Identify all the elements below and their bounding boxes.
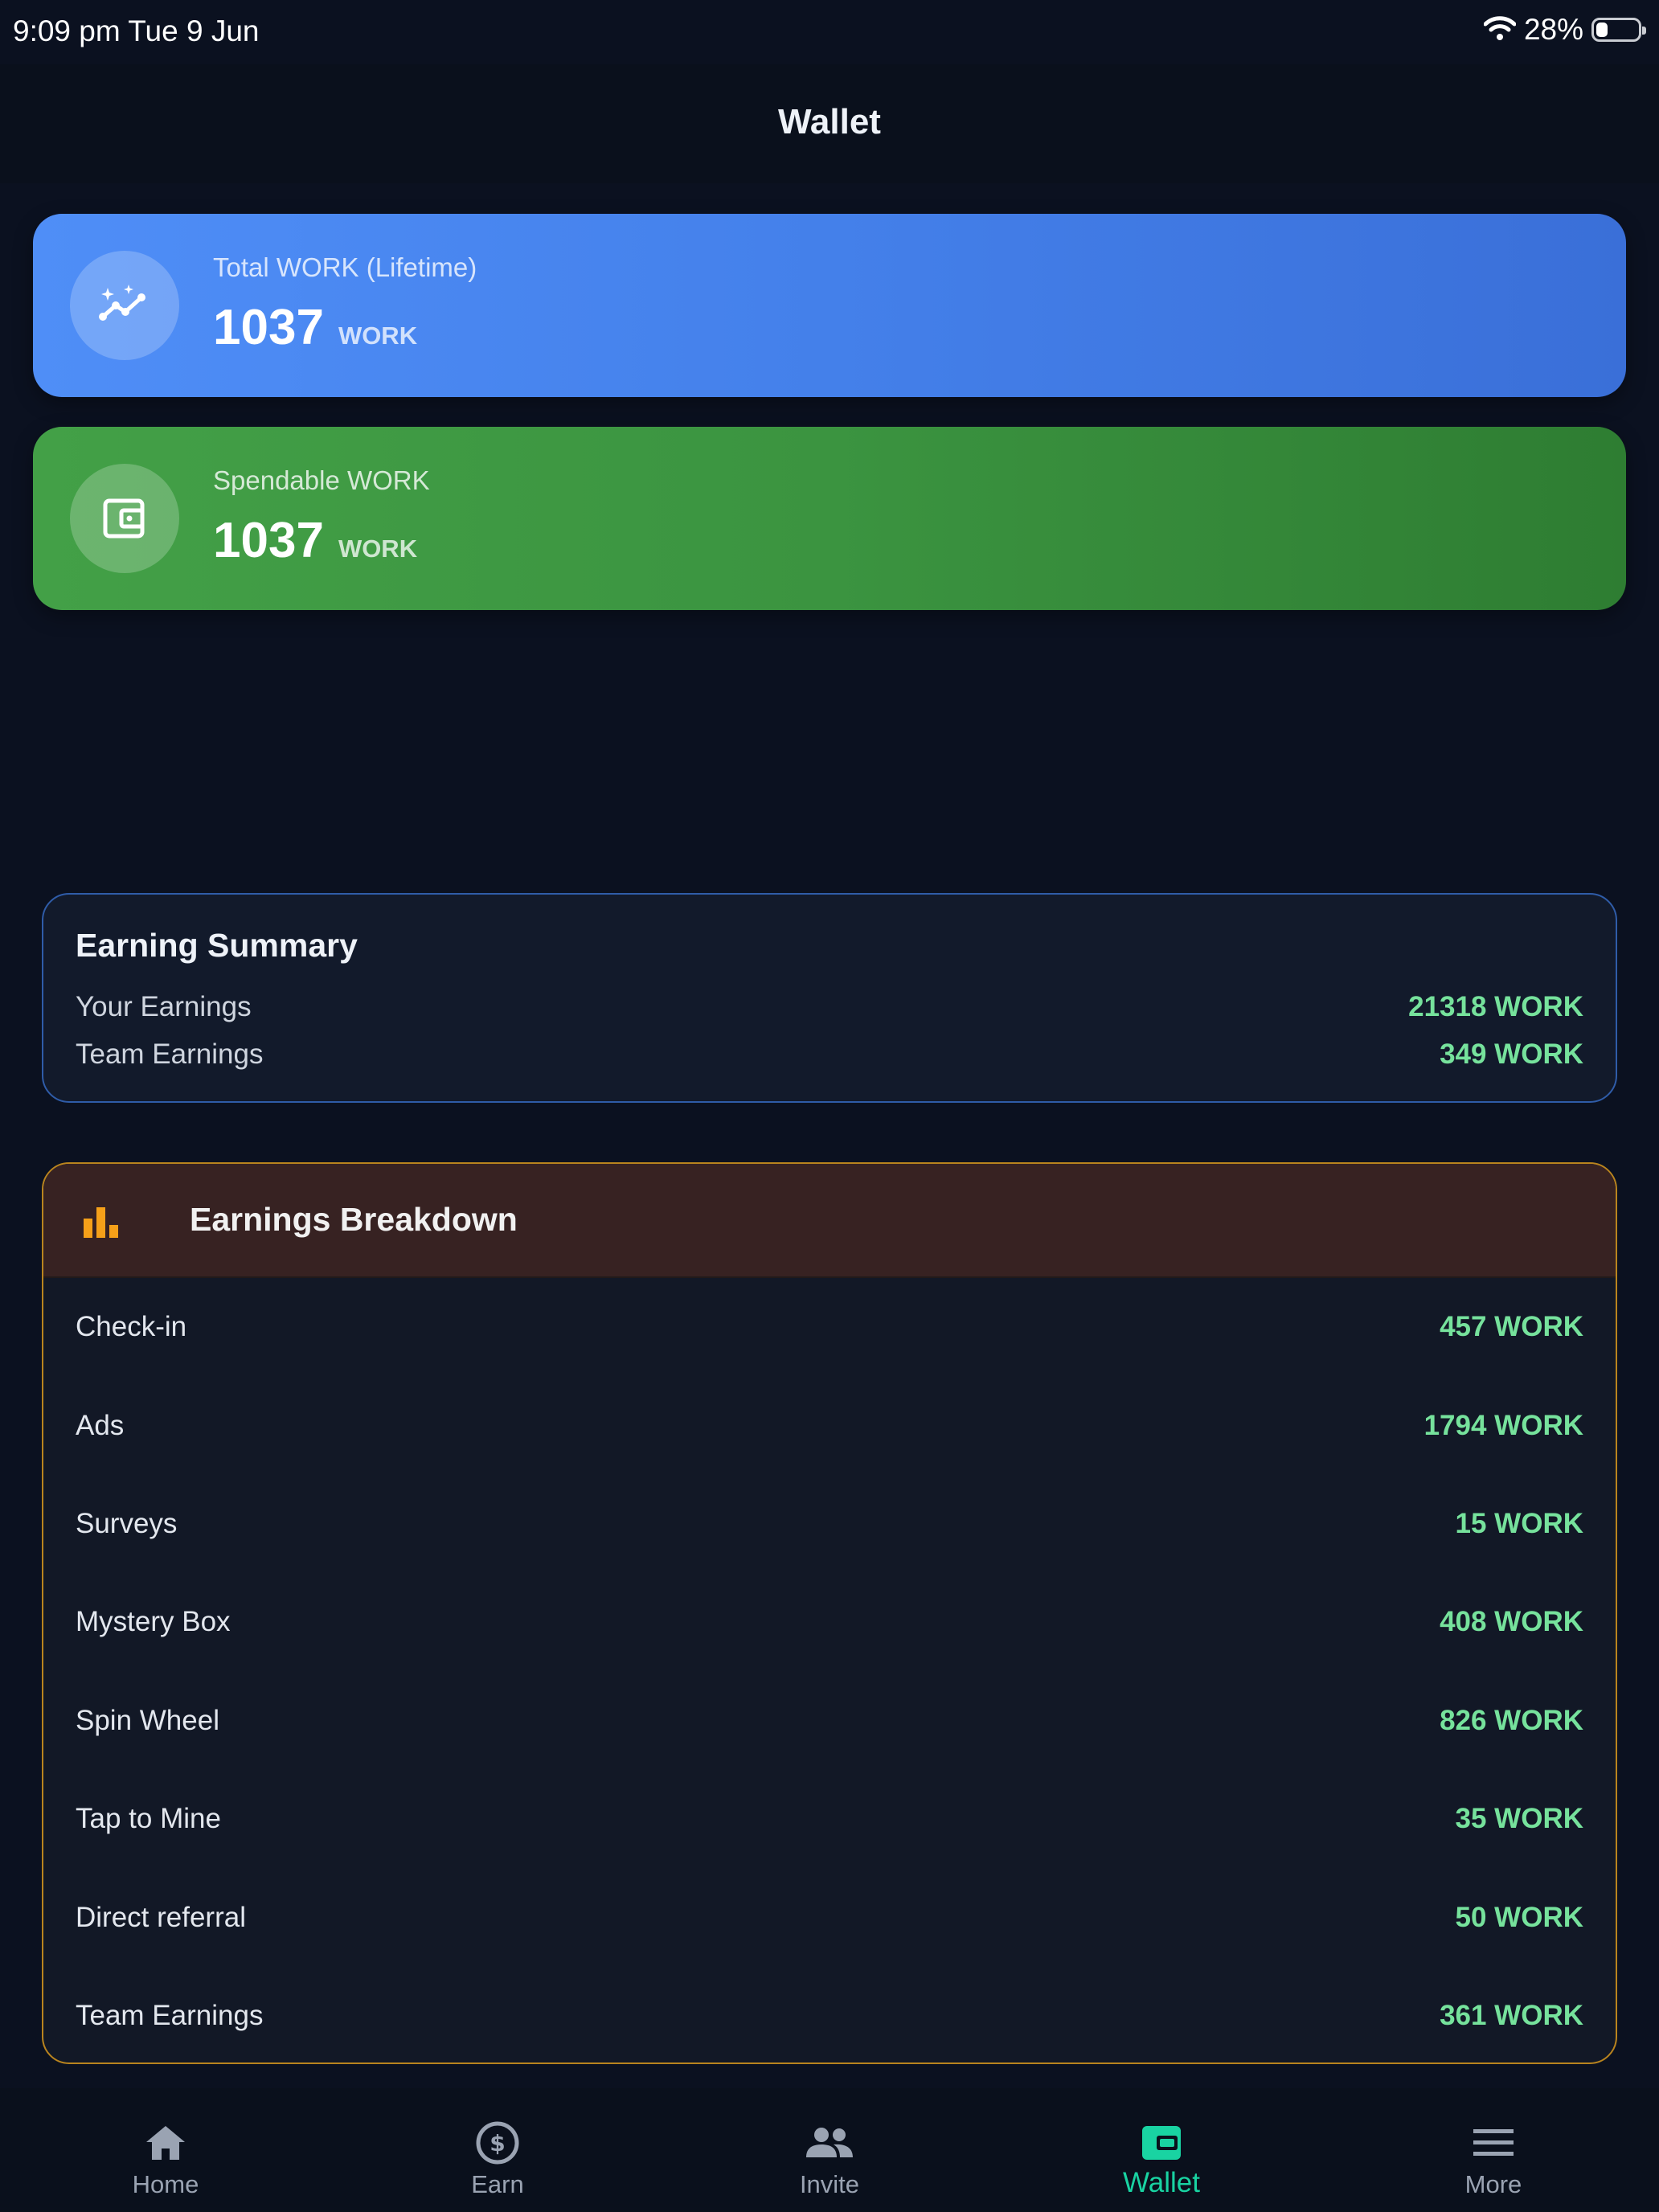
dollar-circle-icon: $	[475, 2120, 520, 2165]
breakdown-value: 408 WORK	[1440, 1606, 1583, 1638]
tab-more[interactable]: More	[1373, 2088, 1614, 2212]
wifi-icon	[1483, 15, 1517, 45]
breakdown-label: Direct referral	[76, 1901, 246, 1933]
tab-label: More	[1464, 2170, 1522, 2198]
tab-invite[interactable]: Invite	[709, 2088, 950, 2212]
tab-label: Earn	[471, 2170, 524, 2198]
wallet-icon	[1141, 2120, 1182, 2165]
breakdown-label: Surveys	[76, 1507, 178, 1539]
breakdown-label: Check-in	[76, 1311, 187, 1343]
breakdown-label: Team Earnings	[76, 1999, 264, 2031]
breakdown-label: Mystery Box	[76, 1606, 231, 1638]
spendable-work-value: 1037 WORK	[213, 512, 417, 569]
spendable-work-label: Spendable WORK	[213, 465, 430, 495]
bar-chart-icon	[82, 1206, 119, 1238]
tab-home[interactable]: Home	[45, 2088, 286, 2212]
breakdown-value: 35 WORK	[1455, 1803, 1583, 1835]
list-item: Check-in 457 WORK	[43, 1278, 1616, 1376]
svg-text:$: $	[490, 2130, 505, 2157]
breakdown-value: 15 WORK	[1455, 1507, 1583, 1539]
status-right: 28%	[1483, 13, 1646, 47]
page-title: Wallet	[778, 102, 881, 141]
tab-label: Wallet	[1123, 2167, 1200, 2198]
breakdown-label: Tap to Mine	[76, 1803, 221, 1835]
total-work-value: 1037 WORK	[213, 299, 417, 356]
list-item: Tap to Mine 35 WORK	[43, 1770, 1616, 1868]
earnings-breakdown-list: Check-in 457 WORK Ads 1794 WORK Surveys 15 …	[43, 1278, 1616, 2062]
home-icon	[145, 2120, 186, 2165]
breakdown-value: 457 WORK	[1440, 1311, 1583, 1343]
battery-level	[1596, 23, 1608, 37]
tab-wallet[interactable]: Wallet	[1041, 2088, 1282, 2212]
wallet-icon	[70, 464, 179, 573]
menu-icon	[1473, 2120, 1514, 2165]
bottom-tab-bar: Home $ Earn Invite Wallet More	[0, 2088, 1659, 2212]
breakdown-value: 826 WORK	[1440, 1704, 1583, 1736]
breakdown-label: Spin Wheel	[76, 1704, 219, 1736]
people-icon	[805, 2120, 854, 2165]
total-work-amount: 1037	[213, 300, 324, 355]
trending-sparkle-icon	[70, 251, 179, 360]
list-item: Surveys 15 WORK	[43, 1475, 1616, 1573]
total-work-card: Total WORK (Lifetime) 1037 WORK	[33, 214, 1626, 397]
summary-value: 21318 WORK	[1408, 991, 1583, 1022]
summary-value: 349 WORK	[1440, 1038, 1583, 1070]
earning-summary-card: Earning Summary Your Earnings 21318 WORK…	[42, 893, 1617, 1103]
battery-icon	[1591, 18, 1646, 42]
breakdown-label: Ads	[76, 1409, 125, 1441]
summary-row-team-earnings: Team Earnings 349 WORK	[76, 1038, 1583, 1071]
total-work-unit: WORK	[338, 322, 418, 350]
status-bar: 9:09 pm Tue 9 Jun 28%	[0, 0, 1659, 64]
list-item: Mystery Box 408 WORK	[43, 1573, 1616, 1671]
tab-label: Home	[132, 2170, 199, 2198]
breakdown-value: 1794 WORK	[1423, 1409, 1583, 1441]
earnings-breakdown-card: Earnings Breakdown Check-in 457 WORK Ads 1…	[42, 1162, 1617, 2064]
summary-label: Team Earnings	[76, 1038, 264, 1070]
tab-earn[interactable]: $ Earn	[377, 2088, 618, 2212]
breakdown-value: 361 WORK	[1440, 1999, 1583, 2031]
summary-label: Your Earnings	[76, 991, 252, 1022]
earning-summary-title: Earning Summary	[76, 927, 358, 964]
summary-row-your-earnings: Your Earnings 21318 WORK	[76, 991, 1583, 1023]
battery-percent: 28%	[1523, 13, 1583, 46]
spendable-work-card: Spendable WORK 1037 WORK	[33, 427, 1626, 610]
list-item: Ads 1794 WORK	[43, 1376, 1616, 1474]
earnings-breakdown-header: Earnings Breakdown	[43, 1164, 1616, 1278]
list-item: Direct referral 50 WORK	[43, 1868, 1616, 1966]
list-item: Team Earnings 361 WORK	[43, 1967, 1616, 2062]
total-work-label: Total WORK (Lifetime)	[213, 252, 477, 282]
breakdown-value: 50 WORK	[1455, 1901, 1583, 1933]
status-time: 9:09 pm Tue 9 Jun	[13, 14, 260, 47]
tab-label: Invite	[799, 2170, 860, 2198]
spendable-work-amount: 1037	[213, 513, 324, 568]
spendable-work-unit: WORK	[338, 535, 418, 563]
earnings-breakdown-title: Earnings Breakdown	[190, 1201, 518, 1238]
app-header: Wallet	[0, 64, 1659, 183]
list-item: Spin Wheel 826 WORK	[43, 1672, 1616, 1770]
